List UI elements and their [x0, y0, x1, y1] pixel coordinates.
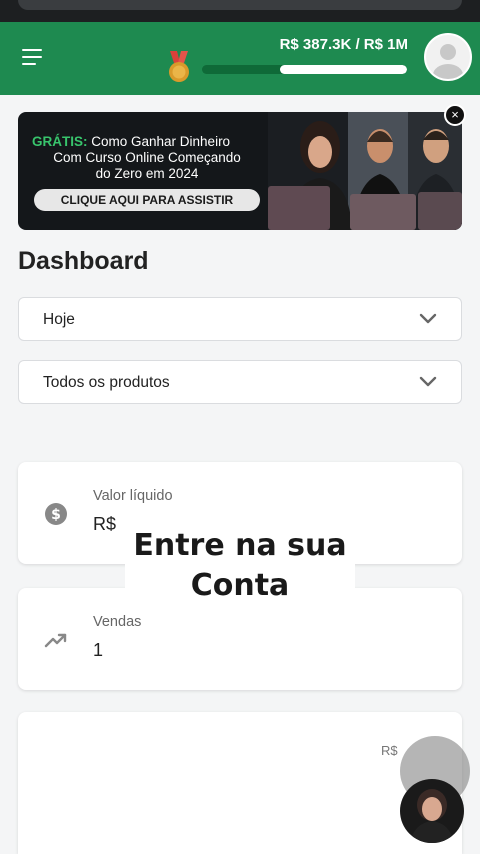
page-title: Dashboard — [18, 247, 149, 275]
browser-address-bar[interactable] — [18, 0, 462, 10]
net-value-label: Valor líquido — [93, 488, 173, 504]
browser-top-strip — [0, 0, 480, 22]
period-select[interactable]: Hoje — [18, 297, 462, 341]
chevron-down-icon — [419, 376, 437, 387]
caption-line2: Conta — [190, 568, 290, 603]
support-chat-avatar[interactable] — [400, 779, 464, 843]
medal-icon — [169, 51, 189, 82]
promo-banner[interactable]: GRÁTIS: Como Ganhar Dinheiro Com Curso O… — [18, 112, 462, 230]
chart-value-label: R$ — [381, 743, 398, 758]
product-select-value: Todos os produtos — [43, 374, 170, 391]
banner-line1-text: Como Ganhar Dinheiro — [87, 134, 231, 149]
revenue-progress-fill — [279, 65, 407, 74]
user-avatar-icon[interactable] — [424, 33, 472, 81]
sales-label: Vendas — [93, 614, 142, 630]
app-header: R$ 387.3K / R$ 1M — [0, 22, 480, 95]
caption-overlay: Entre na sua Conta — [125, 520, 355, 612]
period-select-value: Hoje — [43, 311, 75, 328]
banner-presenters-image — [268, 112, 462, 230]
svg-text:$: $ — [51, 507, 61, 523]
caption-line1: Entre na sua — [133, 528, 347, 563]
sales-count: 1 — [93, 640, 104, 660]
banner-highlight: GRÁTIS: — [32, 134, 88, 149]
revenue-progress-bar — [202, 65, 407, 74]
dollar-icon: $ — [45, 503, 67, 525]
revenue-goal-text: R$ 387.3K / R$ 1M — [279, 36, 408, 53]
revenue-chart-card — [18, 712, 462, 854]
chevron-down-icon — [419, 313, 437, 324]
banner-line2: Com Curso Online Começando — [53, 150, 241, 165]
close-icon[interactable]: × — [444, 104, 466, 126]
banner-line3: do Zero em 2024 — [95, 166, 199, 181]
banner-headline: GRÁTIS: Como Ganhar Dinheiro — [32, 134, 230, 149]
trending-up-icon — [44, 633, 67, 648]
net-value-amount: R$ — [93, 514, 117, 534]
product-select[interactable]: Todos os produtos — [18, 360, 462, 404]
banner-cta-button[interactable]: CLIQUE AQUI PARA ASSISTIR — [34, 189, 260, 211]
hamburger-icon[interactable] — [22, 48, 44, 66]
